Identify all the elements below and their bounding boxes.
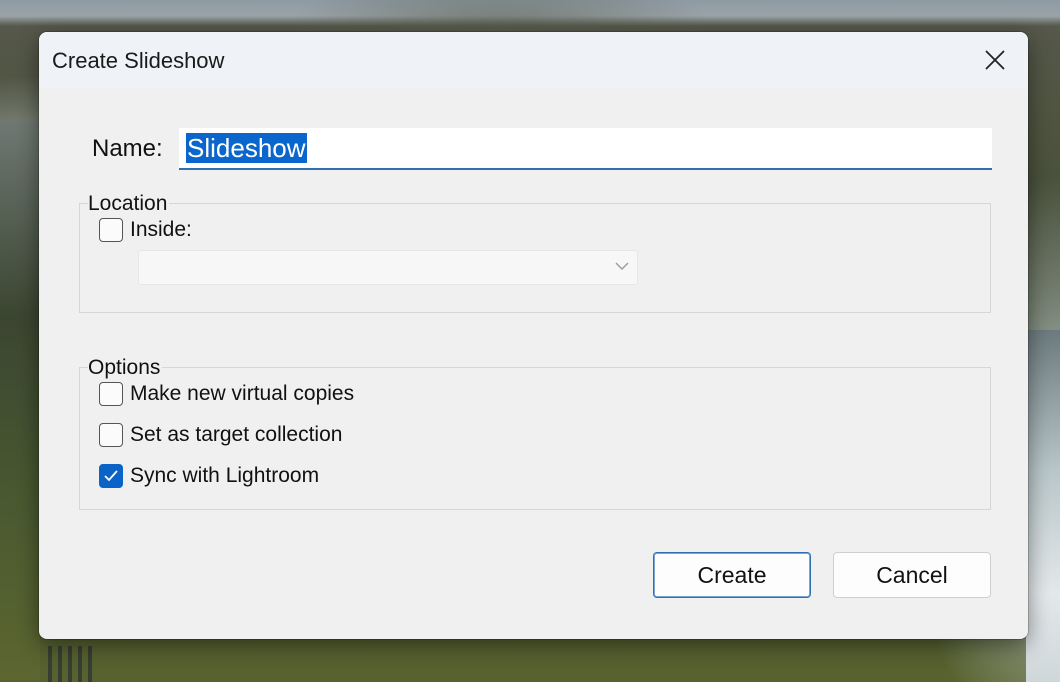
background-waterfall-right xyxy=(1026,330,1060,682)
create-slideshow-dialog: Create Slideshow Name: Slideshow Locatio… xyxy=(39,32,1028,639)
virtual-copies-checkbox[interactable] xyxy=(99,382,123,406)
name-label: Name: xyxy=(92,135,163,162)
background-landscape-left xyxy=(0,120,40,680)
location-legend: Location xyxy=(88,192,170,216)
virtual-copies-label[interactable]: Make new virtual copies xyxy=(130,381,354,407)
dialog-titlebar: Create Slideshow xyxy=(39,32,1028,88)
target-collection-checkbox[interactable] xyxy=(99,423,123,447)
inside-collection-dropdown[interactable] xyxy=(138,250,638,285)
target-collection-label[interactable]: Set as target collection xyxy=(130,422,342,448)
inside-checkbox[interactable] xyxy=(99,218,123,242)
close-icon xyxy=(985,50,1005,70)
inside-label[interactable]: Inside: xyxy=(130,217,192,243)
sync-lightroom-checkbox[interactable] xyxy=(99,464,123,488)
background-people xyxy=(48,646,98,682)
sync-lightroom-label[interactable]: Sync with Lightroom xyxy=(130,463,319,489)
name-input-value: Slideshow xyxy=(186,133,307,163)
chevron-down-icon xyxy=(615,262,629,270)
cancel-button[interactable]: Cancel xyxy=(833,552,991,598)
checkmark-icon xyxy=(104,470,118,482)
options-legend: Options xyxy=(88,356,163,380)
create-button[interactable]: Create xyxy=(653,552,811,598)
name-input[interactable]: Slideshow xyxy=(179,128,992,170)
close-button[interactable] xyxy=(973,42,1017,78)
dialog-title: Create Slideshow xyxy=(52,48,225,73)
